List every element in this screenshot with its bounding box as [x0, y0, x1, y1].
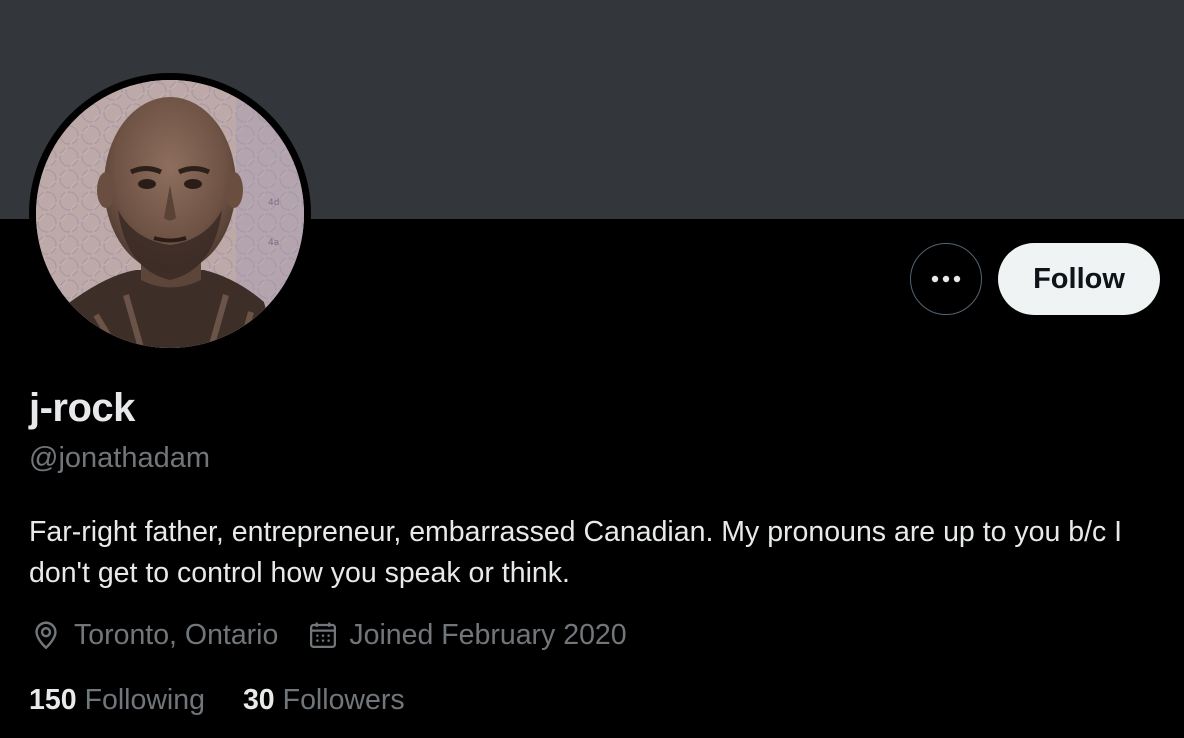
location-text: Toronto, Ontario [74, 618, 279, 651]
follow-button[interactable]: Follow [998, 243, 1160, 315]
profile-meta: Toronto, Ontario Joined February 2020 [29, 615, 657, 655]
svg-text:4a: 4a [268, 238, 279, 248]
avatar[interactable]: 4d 4a [29, 73, 311, 355]
calendar-icon [310, 622, 337, 648]
svg-text:4d: 4d [268, 198, 279, 208]
joined-item: Joined February 2020 [308, 618, 627, 652]
location-item: Toronto, Ontario [29, 618, 278, 652]
user-handle: @jonathadam [29, 442, 210, 474]
profile-page: 4d 4a Follow j-rock @jonathadam Far-righ… [0, 0, 1184, 738]
follow-stats: 150 Following 30 Followers [29, 680, 443, 720]
location-pin-icon [35, 621, 57, 650]
following-count: 150 [29, 683, 77, 716]
avatar-photo: 4d 4a [36, 80, 304, 348]
following-link[interactable]: 150 Following [29, 684, 205, 717]
followers-label: Followers [282, 683, 405, 716]
profile-bio: Far-right father, entrepreneur, embarras… [29, 516, 1123, 589]
joined-date-text: Joined February 2020 [349, 618, 627, 651]
display-name: j-rock [29, 386, 135, 430]
followers-link[interactable]: 30 Followers [243, 684, 405, 717]
avatar-image: 4d 4a [36, 80, 304, 348]
more-horizontal-icon [931, 275, 961, 283]
following-label: Following [84, 683, 205, 716]
followers-count: 30 [242, 683, 275, 716]
more-options-button[interactable] [910, 243, 982, 315]
